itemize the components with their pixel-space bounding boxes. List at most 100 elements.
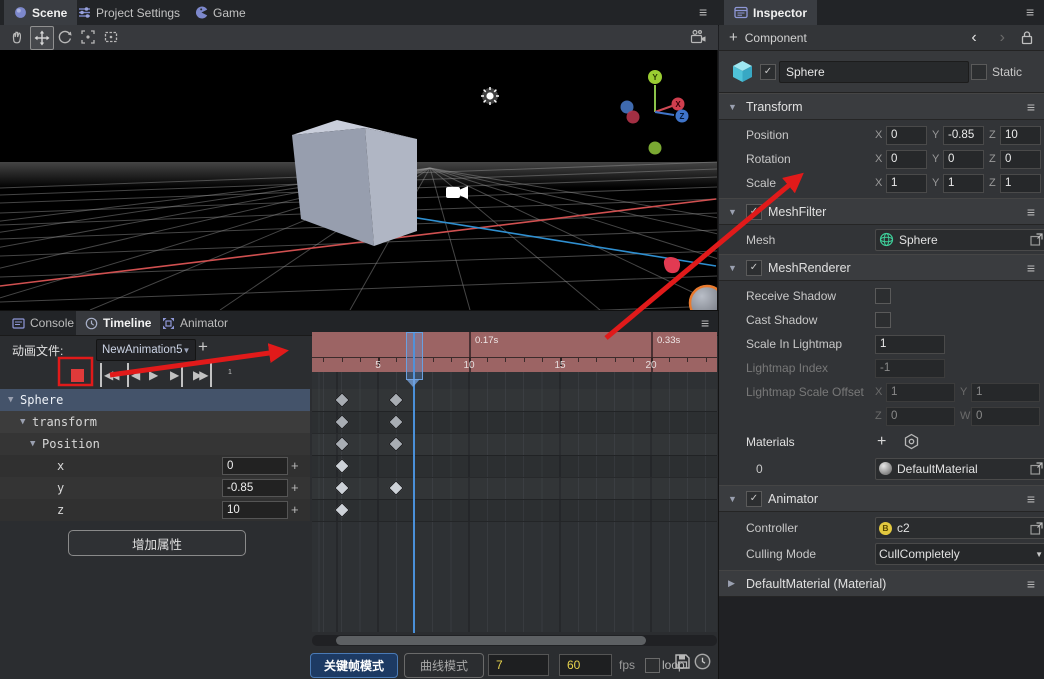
meshrenderer-section-header[interactable]: ▼ ✓ MeshRenderer ≡ <box>719 254 1044 281</box>
expand-icon[interactable]: ▶ <box>728 578 740 589</box>
section-menu-icon[interactable]: ≡ <box>1027 577 1035 591</box>
tab-console[interactable]: Console <box>3 311 83 335</box>
scene-camera-settings-button[interactable] <box>688 26 710 48</box>
keyframe-track-z[interactable] <box>312 499 717 522</box>
position-z-field[interactable]: Z10 <box>989 126 1041 145</box>
section-menu-icon[interactable]: ≡ <box>1027 205 1035 219</box>
current-frame-input[interactable]: 7 <box>488 654 549 676</box>
add-component-label[interactable]: Component <box>745 31 807 45</box>
tab-game[interactable]: Game <box>185 0 256 25</box>
section-menu-icon[interactable]: ≡ <box>1027 492 1035 506</box>
skip-end-button[interactable]: ▶▶ <box>193 363 212 387</box>
curve-mode-button[interactable]: 曲线模式 <box>404 653 484 678</box>
collapse-icon[interactable]: ▼ <box>728 102 740 112</box>
tab-project-settings[interactable]: Project Settings <box>68 0 190 25</box>
timeline-panel-menu-icon[interactable]: ≡ <box>701 316 709 330</box>
object-picker-icon[interactable] <box>1030 462 1043 475</box>
x-value-input[interactable]: 0 <box>222 457 288 475</box>
orientation-gizmo[interactable]: Y X Z <box>621 70 689 155</box>
add-property-button[interactable]: 增加属性 <box>68 530 246 556</box>
inspector-panel-menu-icon[interactable]: ≡ <box>1026 5 1034 19</box>
cast-shadow-checkbox[interactable] <box>875 312 891 328</box>
sphere-object-selected[interactable] <box>690 286 717 310</box>
skip-start-button[interactable]: ◀◀ <box>100 363 119 387</box>
tree-item-x[interactable]: x 0 + <box>0 455 310 477</box>
lock-icon[interactable] <box>1020 30 1034 45</box>
object-active-checkbox[interactable]: ✓ <box>760 64 776 80</box>
tab-inspector[interactable]: Inspector <box>724 0 817 25</box>
meshfilter-section-header[interactable]: ▼ ✓ MeshFilter ≡ <box>719 198 1044 225</box>
tree-item-transform[interactable]: ▼ transform <box>0 411 310 433</box>
receive-shadow-checkbox[interactable] <box>875 288 891 304</box>
gizmo-neg-x-ball[interactable] <box>627 111 640 124</box>
tree-item-z[interactable]: z 10 + <box>0 499 310 521</box>
section-menu-icon[interactable]: ≡ <box>1027 261 1035 275</box>
collapse-icon[interactable]: ▼ <box>30 439 42 449</box>
play-button[interactable]: ▶ <box>149 363 158 387</box>
material-object-field[interactable]: DefaultMaterial <box>875 458 1044 480</box>
material-section-header[interactable]: ▶ DefaultMaterial (Material) ≡ <box>719 570 1044 597</box>
scale-x-field[interactable]: X1 <box>875 174 927 193</box>
collapse-icon[interactable]: ▼ <box>728 207 740 217</box>
tree-item-position[interactable]: ▼ Position <box>0 433 310 455</box>
add-component-plus-icon[interactable]: + <box>729 29 738 46</box>
keyframe-track-Position[interactable] <box>312 433 717 456</box>
object-picker-icon[interactable] <box>1030 522 1043 535</box>
sun-light-gizmo[interactable] <box>481 87 499 105</box>
loop-checkbox[interactable] <box>645 658 660 673</box>
controller-object-field[interactable]: B c2 <box>875 517 1044 539</box>
rotation-y-field[interactable]: Y0 <box>932 150 984 169</box>
scene-panel-menu-icon[interactable]: ≡ <box>699 5 707 19</box>
add-material-button[interactable]: + <box>877 433 886 451</box>
gizmo-neg-y-ball[interactable] <box>649 142 662 155</box>
meshfilter-enabled-checkbox[interactable]: ✓ <box>746 204 762 220</box>
z-value-input[interactable]: 10 <box>222 501 288 519</box>
collapse-icon[interactable]: ▼ <box>728 494 740 504</box>
move-tool-button[interactable] <box>30 26 54 50</box>
scale-z-field[interactable]: Z1 <box>989 174 1041 193</box>
object-name-input[interactable]: Sphere <box>779 61 969 83</box>
material-settings-icon[interactable] <box>903 433 920 450</box>
timeline-ruler[interactable]: 0.17s0.33s5101520 <box>312 332 717 373</box>
collapse-icon[interactable]: ▼ <box>20 417 32 427</box>
scale-in-lightmap-input[interactable]: 1 <box>875 335 945 354</box>
keyframe-track-x[interactable] <box>312 455 717 478</box>
time-badge-icon[interactable] <box>694 653 711 670</box>
camera-gizmo[interactable] <box>446 186 468 199</box>
add-keyframe-y-button[interactable]: + <box>291 480 299 495</box>
frame-tool-button[interactable] <box>77 26 99 48</box>
prev-frame-button[interactable]: ◀ <box>127 363 140 387</box>
cube-object[interactable] <box>292 120 417 246</box>
keyframe-grid[interactable] <box>312 372 717 632</box>
object-picker-icon[interactable] <box>1030 233 1043 246</box>
rotation-x-field[interactable]: X0 <box>875 150 927 169</box>
save-icon[interactable] <box>674 653 691 670</box>
position-x-field[interactable]: X0 <box>875 126 927 145</box>
mesh-object-field[interactable]: Sphere <box>875 229 1044 251</box>
keyframe-track-transform[interactable] <box>312 411 717 434</box>
y-value-input[interactable]: -0.85 <box>222 479 288 497</box>
fps-input[interactable]: 60 <box>559 654 612 676</box>
add-keyframe-z-button[interactable]: + <box>291 502 299 517</box>
history-forward-icon[interactable]: › <box>992 29 1013 47</box>
animator-enabled-checkbox[interactable]: ✓ <box>746 491 762 507</box>
collapse-icon[interactable]: ▼ <box>8 395 20 405</box>
next-frame-button[interactable]: ▶ <box>170 363 183 387</box>
keyframe-mode-button[interactable]: 关键帧模式 <box>310 653 398 678</box>
scene-viewport[interactable]: Y X Z <box>0 50 718 310</box>
meshrenderer-enabled-checkbox[interactable]: ✓ <box>746 260 762 276</box>
transform-section-header[interactable]: ▼ Transform ≡ <box>719 93 1044 120</box>
animator-section-header[interactable]: ▼ ✓ Animator ≡ <box>719 485 1044 512</box>
tree-item-sphere[interactable]: ▼ Sphere <box>0 389 310 411</box>
record-button[interactable] <box>62 363 92 387</box>
hscrollbar-thumb[interactable] <box>336 636 646 645</box>
rotate-tool-button[interactable] <box>54 26 76 48</box>
animation-file-dropdown[interactable]: NewAnimation5 ▼ <box>96 339 196 361</box>
hand-tool-button[interactable] <box>6 26 28 48</box>
tab-scene[interactable]: Scene <box>4 0 77 25</box>
add-keyframe-x-button[interactable]: + <box>291 458 299 473</box>
tab-animator[interactable]: Animator <box>153 311 237 335</box>
rect-tool-button[interactable] <box>100 26 122 48</box>
playhead-handle[interactable] <box>406 332 423 380</box>
keyframe-track-Sphere[interactable] <box>312 389 717 412</box>
